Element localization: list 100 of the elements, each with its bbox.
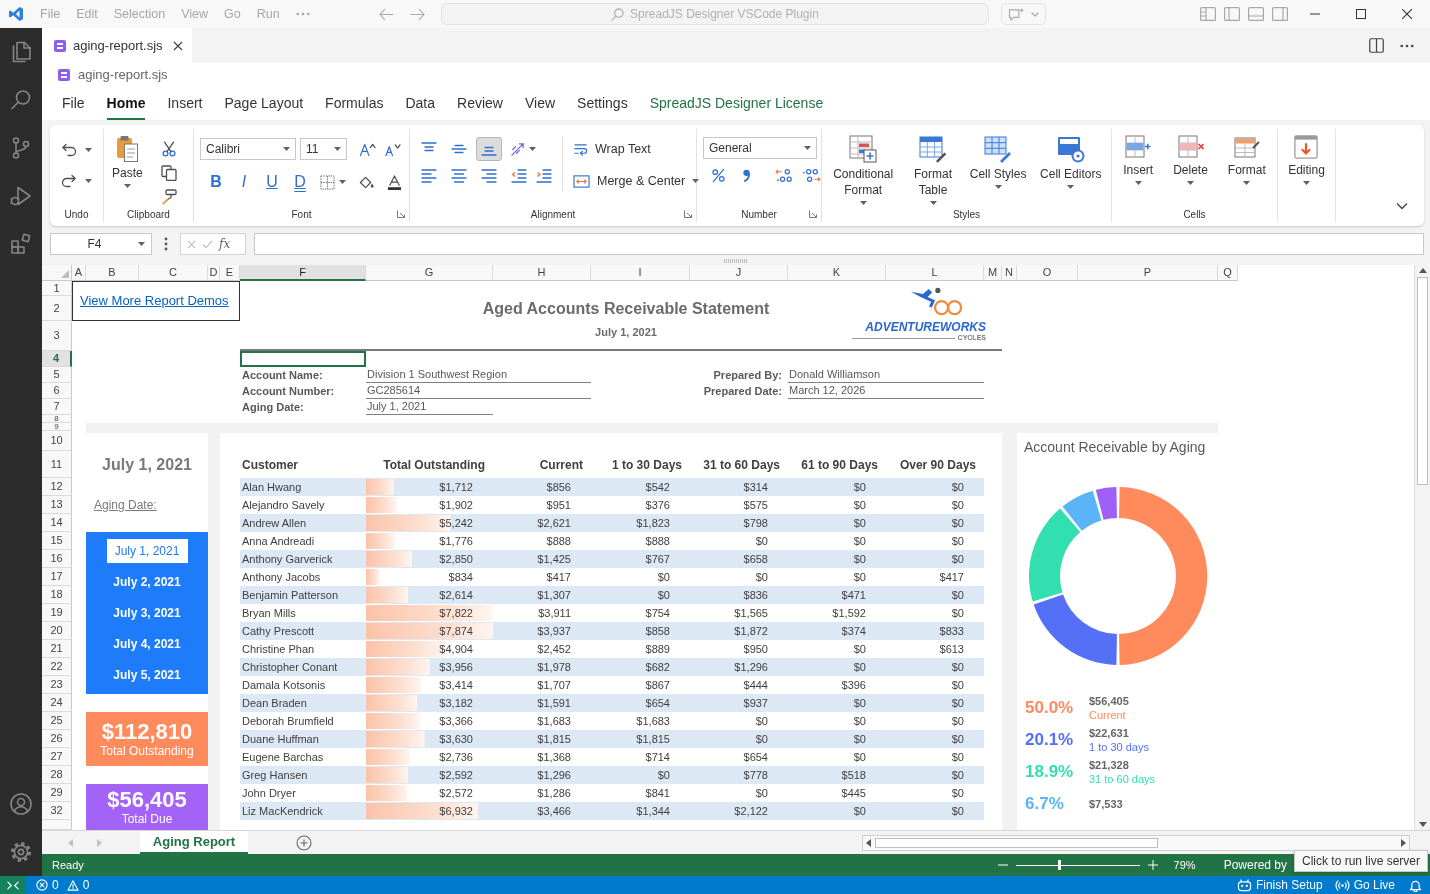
delete-cells-button[interactable]: Delete xyxy=(1171,133,1210,187)
cell-styles-button[interactable]: Cell Styles xyxy=(967,133,1029,191)
double-underline-button[interactable]: D xyxy=(288,171,312,193)
row-header[interactable]: 10 xyxy=(42,431,72,451)
increase-indent-icon[interactable] xyxy=(536,169,552,183)
ribbon-tab[interactable]: Page Layout xyxy=(224,86,304,120)
undo-icon[interactable] xyxy=(61,143,77,157)
row-header[interactable]: 23 xyxy=(42,676,72,694)
scroll-right-icon[interactable] xyxy=(1401,838,1406,847)
status-item[interactable]: Finish Setup xyxy=(1230,876,1329,894)
column-header[interactable]: K xyxy=(788,265,886,281)
more-icon[interactable] xyxy=(1400,43,1414,48)
column-header[interactable]: H xyxy=(493,265,591,281)
formula-input[interactable] xyxy=(254,233,1424,255)
row-header[interactable]: 13 xyxy=(42,496,72,514)
column-header[interactable]: G xyxy=(366,265,493,281)
align-right-icon[interactable] xyxy=(481,169,497,183)
sidebar-toggle-icon[interactable] xyxy=(1272,7,1288,21)
row-header[interactable]: 18 xyxy=(42,586,72,604)
ribbon-tab[interactable]: View xyxy=(524,86,556,120)
bottom-align-button[interactable] xyxy=(476,137,502,161)
ribbon-tab[interactable]: Formulas xyxy=(325,86,384,120)
row-header[interactable]: 32 xyxy=(42,802,72,820)
font-color-icon[interactable] xyxy=(387,174,402,190)
row-header[interactable]: 5 xyxy=(42,367,72,383)
row-header[interactable]: 15 xyxy=(42,532,72,550)
insert-cells-button[interactable]: Insert xyxy=(1121,133,1156,187)
row-header[interactable]: 7 xyxy=(42,399,72,415)
column-header[interactable]: D xyxy=(208,265,220,281)
borders-icon[interactable] xyxy=(320,174,335,190)
redo-icon[interactable] xyxy=(61,174,77,188)
decrease-indent-icon[interactable] xyxy=(511,169,527,183)
orientation-icon[interactable] xyxy=(510,141,525,157)
increase-font-size-icon[interactable] xyxy=(359,141,376,157)
zoom-in-icon[interactable] xyxy=(1147,860,1158,870)
decrease-decimal-icon[interactable] xyxy=(802,168,821,183)
horizontal-scrollbar[interactable] xyxy=(862,834,1410,851)
column-header[interactable]: O xyxy=(1017,265,1078,281)
row-header[interactable]: 4 xyxy=(42,351,72,367)
run-debug-icon[interactable] xyxy=(9,184,33,208)
date-option[interactable]: July 1, 2021 xyxy=(106,539,188,563)
add-sheet-icon[interactable] xyxy=(296,834,312,851)
breadcrumb-item[interactable]: aging-report.sjs xyxy=(78,64,168,85)
back-arrow-icon[interactable] xyxy=(379,7,394,21)
increase-decimal-icon[interactable] xyxy=(775,168,794,183)
editor-tab[interactable]: aging-report.sjs xyxy=(42,28,192,63)
row-header[interactable]: 21 xyxy=(42,640,72,658)
forward-arrow-icon[interactable] xyxy=(410,7,425,21)
report-demos-link[interactable]: View More Report Demos xyxy=(80,291,229,311)
scroll-down-icon[interactable] xyxy=(1418,822,1427,827)
bold-button[interactable]: B xyxy=(204,171,228,193)
row-header[interactable]: 11 xyxy=(42,451,72,478)
column-header[interactable]: J xyxy=(690,265,788,281)
cut-icon[interactable] xyxy=(160,141,177,157)
row-header[interactable]: 12 xyxy=(42,478,72,496)
date-option[interactable]: July 5, 2021 xyxy=(107,663,187,687)
sidebar-toggle-icon[interactable] xyxy=(1224,7,1240,21)
settings-icon[interactable] xyxy=(9,840,33,864)
caret-icon[interactable] xyxy=(85,148,92,152)
row-header[interactable]: 16 xyxy=(42,550,72,568)
italic-button[interactable]: I xyxy=(232,171,256,193)
row-header[interactable]: 6 xyxy=(42,383,72,399)
maximize-icon[interactable] xyxy=(1356,9,1366,19)
column-header[interactable]: F xyxy=(240,265,366,281)
row-header[interactable]: 27 xyxy=(42,748,72,766)
format-painter-icon[interactable] xyxy=(160,189,177,205)
row-header[interactable]: 29 xyxy=(42,784,72,802)
column-header[interactable]: I xyxy=(591,265,690,281)
insert-function-button[interactable]: fx xyxy=(219,235,231,253)
column-header[interactable]: A xyxy=(72,265,86,281)
dialog-launcher-icon[interactable] xyxy=(397,210,405,218)
row-header[interactable]: 17 xyxy=(42,568,72,586)
copy-icon[interactable] xyxy=(160,165,177,181)
number-format-select[interactable]: General xyxy=(703,137,817,159)
fill-color-icon[interactable] xyxy=(358,174,375,190)
ribbon-tab[interactable]: File xyxy=(62,86,85,120)
row-header[interactable]: 1 xyxy=(42,281,72,296)
scroll-left-icon[interactable] xyxy=(866,838,871,847)
row-header[interactable]: 26 xyxy=(42,730,72,748)
ribbon-tab[interactable]: Insert xyxy=(167,86,203,120)
panel-toggle-icon[interactable] xyxy=(1248,7,1264,21)
comma-style-icon[interactable] xyxy=(742,168,751,183)
extensions-icon[interactable] xyxy=(9,232,33,256)
decrease-font-size-icon[interactable] xyxy=(384,141,401,157)
align-center-icon[interactable] xyxy=(451,169,467,183)
collapse-ribbon-icon[interactable] xyxy=(1396,202,1408,210)
row-header[interactable]: 9 xyxy=(42,423,72,431)
notifications-icon[interactable] xyxy=(1409,878,1422,892)
column-header[interactable]: B xyxy=(86,265,139,281)
caret-icon[interactable] xyxy=(529,147,536,151)
cell-editors-button[interactable]: Cell Editors xyxy=(1036,133,1105,191)
row-header[interactable]: 19 xyxy=(42,604,72,622)
font-size-select[interactable]: 11 xyxy=(300,138,347,160)
sheet-tab[interactable]: Aging Report xyxy=(140,831,248,854)
name-box[interactable]: F4 xyxy=(50,233,152,255)
column-header[interactable]: N xyxy=(1002,265,1017,281)
column-header[interactable]: Q xyxy=(1218,265,1238,281)
remote-indicator[interactable] xyxy=(0,876,26,894)
problems-button[interactable]: 0 0 xyxy=(30,876,96,894)
scroll-thumb[interactable] xyxy=(875,837,1158,848)
